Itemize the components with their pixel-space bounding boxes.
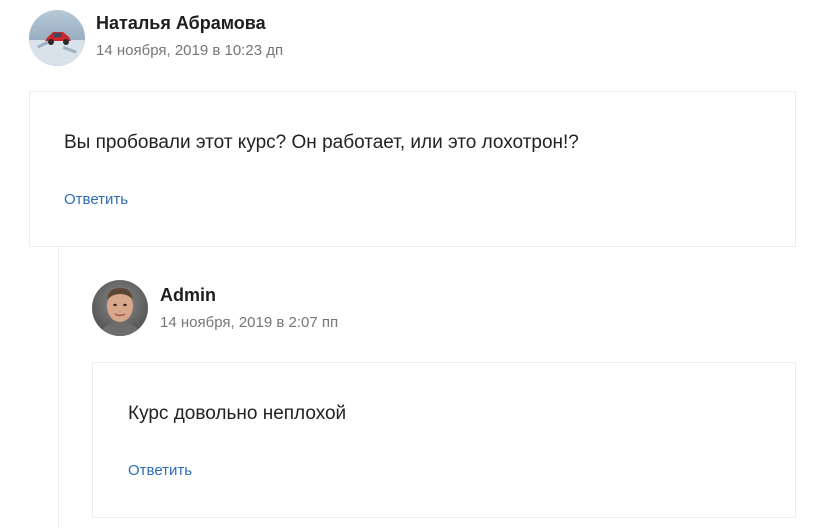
comment-2: Admin 14 ноября, 2019 в 2:07 пп Курс дов… [0,0,831,528]
comment-body-box: Курс довольно неплохой Ответить [92,362,796,518]
avatar-man-icon[interactable] [92,280,148,336]
reply-button[interactable]: Ответить [128,462,192,479]
comment-author[interactable]: Admin [160,285,216,306]
comment-text: Курс довольно неплохой [128,403,347,424]
comment-date[interactable]: 14 ноября, 2019 в 2:07 пп [160,314,338,331]
